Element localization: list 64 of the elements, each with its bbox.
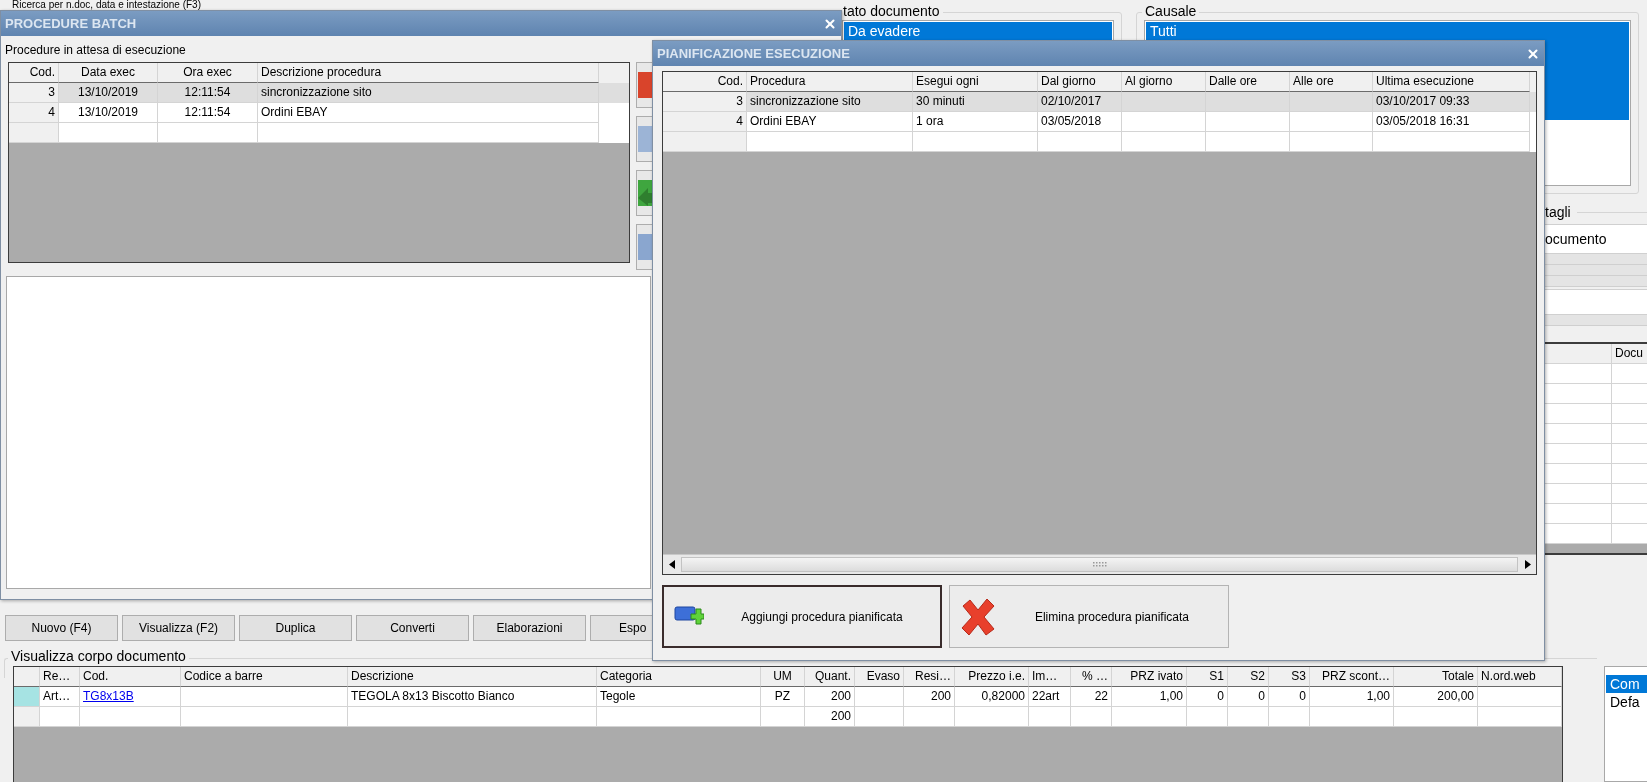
- table-cell: [1269, 707, 1310, 727]
- action-button[interactable]: Aggiungi procedura pianificata: [662, 585, 942, 648]
- table-cell: [1545, 524, 1612, 544]
- list-item[interactable]: Da evadere: [844, 22, 1112, 40]
- table-row[interactable]: 4 Ordini EBAY 1 ora 03/05/2018 03/05/2018 16:31: [663, 112, 1536, 132]
- table-cell: 200: [805, 707, 855, 727]
- window-title: PIANIFICAZIONE ESECUZIONE: [657, 46, 850, 61]
- row-header: 3: [9, 83, 59, 103]
- group-label: Causale: [1142, 3, 1200, 19]
- table-cell: [1545, 484, 1612, 504]
- search-label: Ricerca per n.doc, data e intestazione (F3): [12, 0, 201, 10]
- group-label: tato documento: [840, 3, 943, 19]
- table-cell: [1545, 384, 1612, 404]
- action-button[interactable]: Duplica: [239, 615, 352, 641]
- table-cell: [1545, 404, 1612, 424]
- table-cell: [1029, 707, 1071, 727]
- input-field[interactable]: [1545, 289, 1647, 315]
- scrollbar-thumb[interactable]: [681, 557, 1518, 572]
- row-header: 3: [663, 92, 747, 112]
- row-header: [9, 123, 59, 143]
- section-label: Procedure in attesa di esecuzione: [4, 42, 187, 59]
- list-item[interactable]: Com: [1606, 675, 1647, 693]
- table-cell: [1545, 444, 1612, 464]
- table-row[interactable]: 3 sincronizzazione sito 30 minuti 02/10/2017 03/10/2017 09:33: [663, 92, 1536, 112]
- table-cell: [1545, 364, 1612, 384]
- action-button[interactable]: Visualizza (F2): [122, 615, 235, 641]
- input-field[interactable]: ocumento: [1545, 224, 1647, 254]
- list-item[interactable]: Defa: [1606, 693, 1647, 711]
- row-header: 4: [9, 103, 59, 123]
- table-cell: [1228, 707, 1269, 727]
- table-cell: [40, 707, 80, 727]
- row-header: 4: [663, 112, 747, 132]
- close-button[interactable]: [823, 16, 837, 31]
- column-header[interactable]: Docu: [1612, 344, 1647, 364]
- grip-icon: [1092, 562, 1107, 567]
- left-triangle-icon: [668, 560, 675, 569]
- text-area[interactable]: [6, 276, 651, 589]
- table-row[interactable]: 4 13/10/2019 12:11:54 Ordini EBAY: [9, 103, 629, 123]
- table-row[interactable]: 3 13/10/2019 12:11:54 sincronizzazione sito: [9, 83, 629, 103]
- table-cell: [761, 707, 805, 727]
- item-code-link[interactable]: TG8x13B: [83, 689, 134, 703]
- table-row[interactable]: Art… TG8x13B TEGOLA 8x13 Biscotto Bianco Tegole PZ 200 200 0,82000 22art 22 1,00 0 0 0 1,00 200,00: [14, 687, 1562, 707]
- group-label: tagli: [1545, 204, 1571, 220]
- table-cell: [1545, 464, 1612, 484]
- right-triangle-icon: [1524, 560, 1531, 569]
- table-cell: [855, 707, 904, 727]
- action-button[interactable]: Elaborazioni: [473, 615, 586, 641]
- action-button[interactable]: Elimina procedura pianificata: [949, 585, 1229, 648]
- table-cell: [1545, 504, 1612, 524]
- table-cell: [1545, 424, 1612, 444]
- close-icon: [1526, 46, 1540, 61]
- close-button[interactable]: [1526, 46, 1540, 61]
- window-title: PROCEDURE BATCH: [5, 16, 137, 31]
- table-cell: [1187, 707, 1228, 727]
- table-row[interactable]: [9, 123, 629, 143]
- delete-icon: [960, 597, 996, 636]
- action-button[interactable]: Converti: [356, 615, 469, 641]
- table-cell: [904, 707, 955, 727]
- close-icon: [823, 16, 837, 31]
- table-row[interactable]: [663, 132, 1536, 152]
- group-label: Visualizza corpo documento: [8, 648, 189, 664]
- table-row[interactable]: 200: [14, 707, 1562, 727]
- action-button[interactable]: Nuovo (F4): [5, 615, 118, 641]
- table-cell: [1071, 707, 1112, 727]
